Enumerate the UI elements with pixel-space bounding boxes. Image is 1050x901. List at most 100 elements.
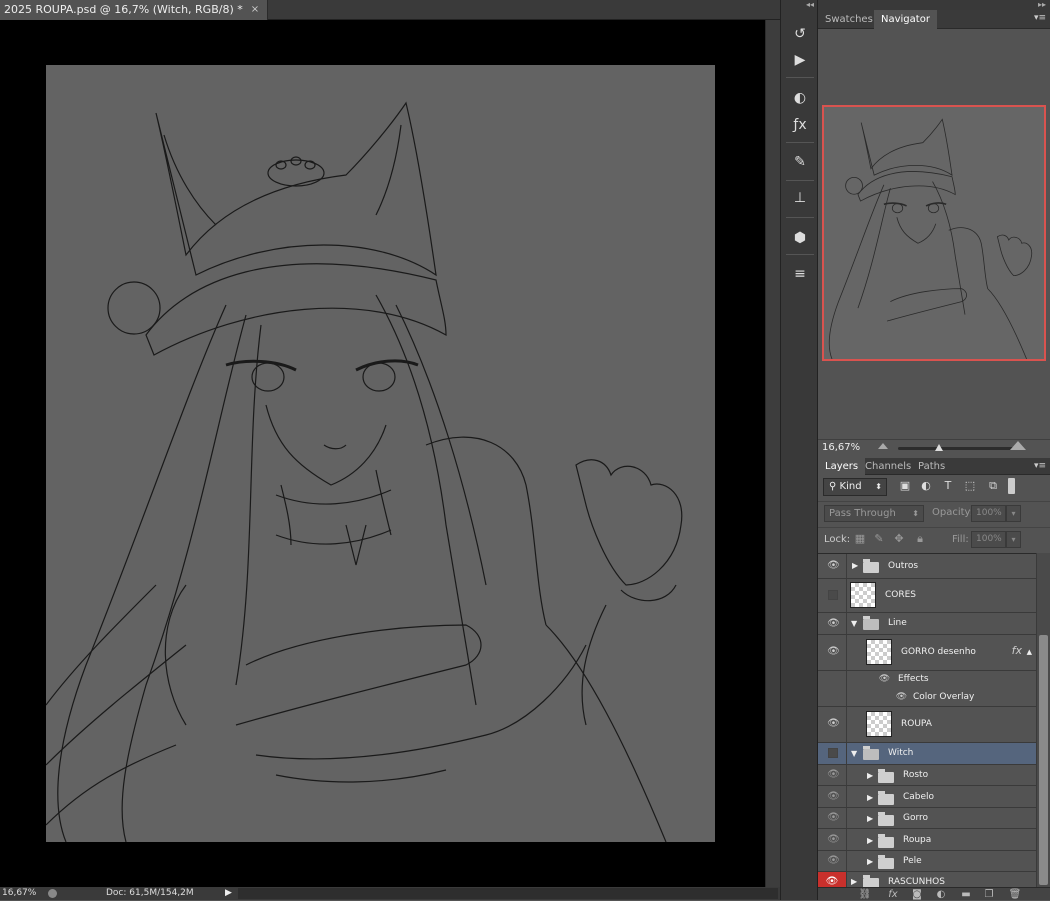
visibility-eye-icon[interactable]: 👁︎ [827,812,840,825]
layer-row-pele[interactable]: 👁︎ ▶ Pele [818,851,1036,872]
filter-shape-icon[interactable]: ⬚ [963,479,977,493]
tab-paths[interactable]: Paths [911,458,952,475]
collapse-arrow-icon[interactable]: ▼ [851,619,857,628]
zoom-in-icon[interactable] [1010,441,1026,450]
expand-dock-icon[interactable]: ▸▸ [818,0,1050,10]
visibility-eye-icon[interactable]: 👁︎ [827,855,840,868]
expand-arrow-icon[interactable]: ▶ [867,793,873,802]
visibility-eye-icon[interactable]: 👁︎ [827,834,840,847]
expand-arrow-icon[interactable]: ▶ [851,877,857,886]
visibility-eye-icon[interactable]: 👁︎ [827,618,840,631]
blend-mode-select[interactable]: Pass Through ⬍ [824,505,924,522]
layer-row-line[interactable]: 👁︎ ▼ Line [818,613,1036,635]
fx-expand-arrow-icon[interactable]: ▲ [1027,648,1032,656]
new-layer-icon[interactable]: ❐ [982,888,996,901]
brush-presets-icon[interactable]: ✎ [788,150,812,174]
new-group-icon[interactable]: ▬ [959,888,973,901]
navigator-zoom-value[interactable]: 16,67% [822,442,860,453]
zoom-out-icon[interactable] [878,443,888,449]
visibility-eye-icon[interactable]: 👁︎ [827,646,840,659]
fill-dropdown-icon[interactable]: ▾ [1006,531,1021,548]
add-layer-style-icon[interactable]: fx [886,888,900,901]
link-layers-icon[interactable]: ⛓ [858,888,872,901]
filter-adjustment-icon[interactable]: ◐ [919,479,933,493]
expand-arrow-icon[interactable]: ▶ [867,836,873,845]
layer-row-rascunhos[interactable]: 👁︎ ▶ RASCUNHOS [818,872,1036,887]
artwork-canvas[interactable] [46,65,715,842]
collapse-dock-icon[interactable]: ◂◂ [780,0,818,10]
layers-scrollbar-thumb[interactable] [1039,635,1048,885]
filter-smart-object-icon[interactable]: ⧉ [986,479,1000,493]
document-tab-title: 2025 ROUPA.psd @ 16,7% (Witch, RGB/8) * [4,3,243,16]
new-adjustment-layer-icon[interactable]: ◐ [934,888,948,901]
dropdown-arrow-icon: ⬍ [912,509,919,518]
effects-visibility-eye-icon[interactable]: 👁︎ [878,674,891,687]
effect-visibility-eye-icon[interactable]: 👁︎ [895,692,908,705]
filter-kind-select[interactable]: ⚲ Kind ⬍ [823,478,887,496]
visibility-off-box[interactable] [828,748,838,758]
layer-row-outros[interactable]: 👁︎ ▶ Outros [818,554,1036,579]
layer-row-cabelo[interactable]: 👁︎ ▶ Cabelo [818,786,1036,808]
expand-arrow-icon[interactable]: ▶ [867,814,873,823]
fill-input[interactable]: 100% [971,531,1006,548]
canvas-vertical-scrollbar[interactable] [765,20,780,887]
visibility-eye-icon[interactable]: 👁︎ [827,791,840,804]
tab-swatches[interactable]: Swatches [818,10,880,29]
visibility-eye-icon[interactable]: 👁︎ [827,560,840,573]
close-tab-icon[interactable]: × [251,0,259,20]
zoom-slider[interactable] [898,447,1022,450]
layer-row-color-overlay[interactable]: 👁︎ Color Overlay [818,689,1036,707]
layer-name: CORES [885,590,917,600]
lock-transparent-icon[interactable]: ▦ [853,532,867,546]
filter-type-icon[interactable]: T [941,479,955,493]
folder-icon [878,769,894,783]
panel-menu-icon[interactable]: ▾≡ [1034,13,1046,23]
clone-source-icon[interactable]: ⊥ [788,186,812,210]
layers-scrollbar[interactable] [1036,553,1050,887]
layer-name: Rosto [903,770,929,780]
canvas-horizontal-scrollbar[interactable] [238,888,778,899]
canvas-area[interactable] [0,20,765,887]
visibility-eye-icon[interactable]: 👁︎ [827,769,840,782]
layer-row-gorro[interactable]: 👁︎ ▶ Gorro [818,808,1036,829]
add-mask-icon[interactable]: ◙ [910,888,924,901]
3d-icon[interactable]: ⬢ [788,226,812,250]
opacity-input[interactable]: 100% [971,505,1006,522]
lock-all-icon[interactable]: 🔒︎ [913,532,927,546]
visibility-off-box[interactable] [828,590,838,600]
status-zoom[interactable]: 16,67% [2,887,36,900]
actions-icon[interactable]: ▶ [788,48,812,72]
properties-icon[interactable]: ≡ [788,262,812,286]
delete-layer-icon[interactable]: 🗑︎ [1008,888,1022,901]
expand-arrow-icon[interactable]: ▶ [867,857,873,866]
visibility-eye-icon[interactable]: 👁︎ [818,872,846,887]
lineart-drawing [46,101,683,842]
filter-toggle-switch[interactable] [1008,478,1015,494]
zoom-slider-handle[interactable] [935,444,943,451]
layer-row-cores[interactable]: CORES [818,579,1036,613]
visibility-eye-icon[interactable]: 👁︎ [827,718,840,731]
tab-channels[interactable]: Channels [858,458,918,475]
lock-position-icon[interactable]: ✥ [892,532,906,546]
filter-pixel-icon[interactable]: ▣ [898,479,912,493]
layer-row-roupa-group[interactable]: 👁︎ ▶ Roupa [818,829,1036,851]
opacity-dropdown-icon[interactable]: ▾ [1006,505,1021,522]
layer-effects-fx-icon[interactable]: fx [1012,644,1022,657]
lock-image-icon[interactable]: ✎ [872,532,886,546]
layer-row-roupa[interactable]: 👁︎ ROUPA [818,707,1036,743]
layer-row-gorro-desenho[interactable]: 👁︎ GORRO desenho fx ▲ [818,635,1036,671]
navigator-preview[interactable] [822,105,1046,361]
document-tab[interactable]: 2025 ROUPA.psd @ 16,7% (Witch, RGB/8) * … [0,0,269,20]
history-icon[interactable]: ↺ [788,22,812,46]
expand-arrow-icon[interactable]: ▶ [867,771,873,780]
expand-arrow-icon[interactable]: ▶ [852,561,858,570]
status-menu-arrow-icon[interactable]: ▶ [225,887,232,900]
layer-row-effects[interactable]: 👁︎ Effects [818,671,1036,689]
layer-row-rosto[interactable]: 👁︎ ▶ Rosto [818,765,1036,786]
collapse-arrow-icon[interactable]: ▼ [851,749,857,758]
adjustments-icon[interactable]: ◐ [788,86,812,110]
styles-icon[interactable]: ƒx [788,113,812,137]
layers-panel-menu-icon[interactable]: ▾≡ [1034,461,1046,471]
tab-navigator[interactable]: Navigator [874,10,937,29]
layer-row-witch[interactable]: ▼ Witch [818,743,1036,765]
